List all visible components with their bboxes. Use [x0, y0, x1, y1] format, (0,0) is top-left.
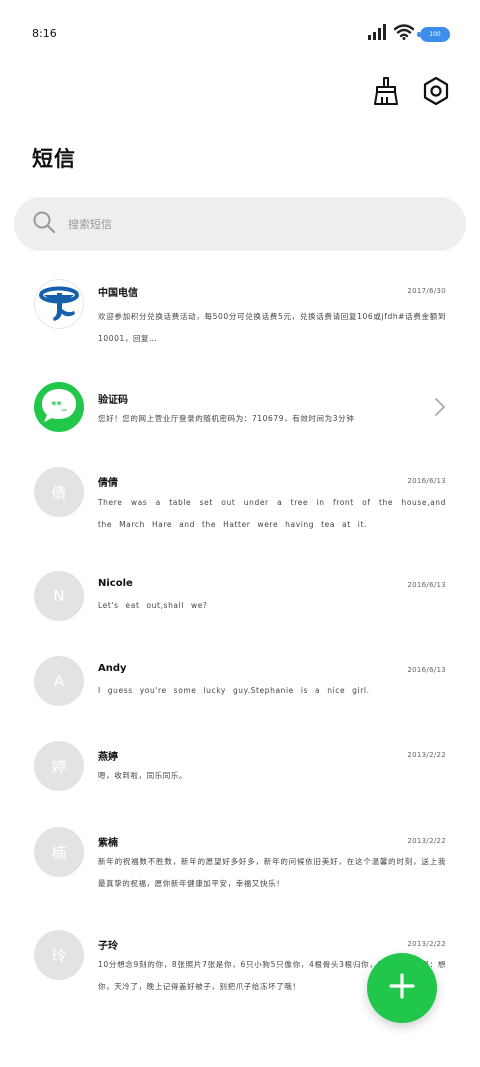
page-title: 短信 — [32, 147, 76, 171]
avatar: 倩 — [34, 467, 84, 517]
thread-date: 2013/2/22 — [407, 940, 446, 948]
avatar: N — [34, 571, 84, 621]
thread-date: 2016/6/13 — [407, 477, 446, 485]
status-icons: 100 — [368, 24, 450, 44]
avatar-initial: 玲 — [51, 946, 67, 965]
status-time: 8:16 — [32, 27, 57, 40]
avatar-initial: 婷 — [51, 757, 67, 776]
thread-preview: 嗯，收到啦，同乐同乐。 — [98, 771, 188, 780]
thread-date: 2017/6/30 — [407, 287, 446, 295]
avatar: 婷 — [34, 741, 84, 791]
signal-icon — [368, 24, 388, 44]
status-bar: 8:16 100 — [0, 0, 480, 66]
broom-icon — [372, 76, 400, 110]
battery-label: 100 — [429, 30, 441, 38]
thread-item[interactable]: 楠 紫楠 2013/2/22 新年的祝福数不胜数，新年的愿望好多好多，新年的问候… — [0, 827, 480, 907]
search-icon — [32, 210, 56, 238]
avatar: 玲 — [34, 930, 84, 980]
new-message-button[interactable] — [367, 953, 437, 1023]
thread-date: 2016/6/13 — [407, 581, 446, 589]
avatar: **_ — [34, 382, 84, 432]
thread-item[interactable]: 倩 倩倩 2016/6/13 There was a table set out… — [0, 467, 480, 547]
thread-item[interactable]: 中国电信 2017/6/30 欢迎参加积分兑换话费活动，每500分可兑换话费5元… — [0, 279, 480, 369]
wifi-icon — [393, 24, 415, 44]
settings-icon — [422, 76, 450, 110]
thread-preview: 新年的祝福数不胜数，新年的愿望好多好多，新年的问候依旧美好，在这个温馨的时刻，送… — [98, 857, 446, 888]
thread-name: 验证码 — [98, 395, 128, 406]
thread-preview: Let's eat out,shall we? — [98, 601, 208, 610]
thread-item[interactable]: N Nicole 2016/6/13 Let's eat out,shall w… — [0, 571, 480, 627]
thread-name: Nicole — [98, 578, 133, 589]
avatar-initial: 楠 — [51, 843, 67, 862]
search-bar[interactable] — [14, 197, 466, 251]
thread-name: 燕婷 — [98, 752, 118, 763]
avatar-initial: A — [53, 672, 65, 690]
thread-preview: I guess you're some lucky guy.Stephanie … — [98, 686, 370, 695]
thread-name: 子玲 — [98, 941, 118, 952]
thread-name: 中国电信 — [98, 288, 138, 299]
thread-date: 2016/6/13 — [407, 666, 446, 674]
thread-item[interactable]: A Andy 2016/6/13 I guess you're some luc… — [0, 656, 480, 712]
thread-date: 2013/2/22 — [407, 751, 446, 759]
clean-button[interactable] — [370, 76, 402, 110]
thread-name: Andy — [98, 663, 127, 674]
china-telecom-logo — [36, 280, 82, 328]
search-input[interactable] — [68, 217, 428, 231]
plus-icon — [388, 972, 416, 1004]
avatar — [34, 279, 84, 329]
thread-date: 2013/2/22 — [407, 837, 446, 845]
avatar-initial: N — [53, 587, 65, 605]
thread-name: 紫楠 — [98, 838, 118, 849]
thread-item[interactable]: **_ 验证码 您好！您的网上营业厅登录的随机密码为：710679，有效时间为3… — [0, 382, 480, 438]
chevron-right-icon[interactable] — [434, 397, 446, 421]
toolbar — [370, 76, 452, 110]
avatar: 楠 — [34, 827, 84, 877]
svg-text:**_: **_ — [51, 400, 66, 411]
avatar: A — [34, 656, 84, 706]
thread-name: 倩倩 — [98, 478, 118, 489]
thread-item[interactable]: 婷 燕婷 2013/2/22 嗯，收到啦，同乐同乐。 — [0, 741, 480, 797]
battery-icon: 100 — [417, 26, 450, 42]
thread-preview: 欢迎参加积分兑换话费活动，每500分可兑换话费5元，兑换话费请回复106或jfd… — [98, 312, 446, 343]
settings-button[interactable] — [420, 76, 452, 110]
avatar-initial: 倩 — [51, 483, 67, 502]
thread-preview: There was a table set out under a tree i… — [98, 498, 446, 529]
message-icon: **_ — [34, 382, 84, 432]
thread-preview: 您好！您的网上营业厅登录的随机密码为：710679，有效时间为3分钟 — [98, 414, 355, 423]
